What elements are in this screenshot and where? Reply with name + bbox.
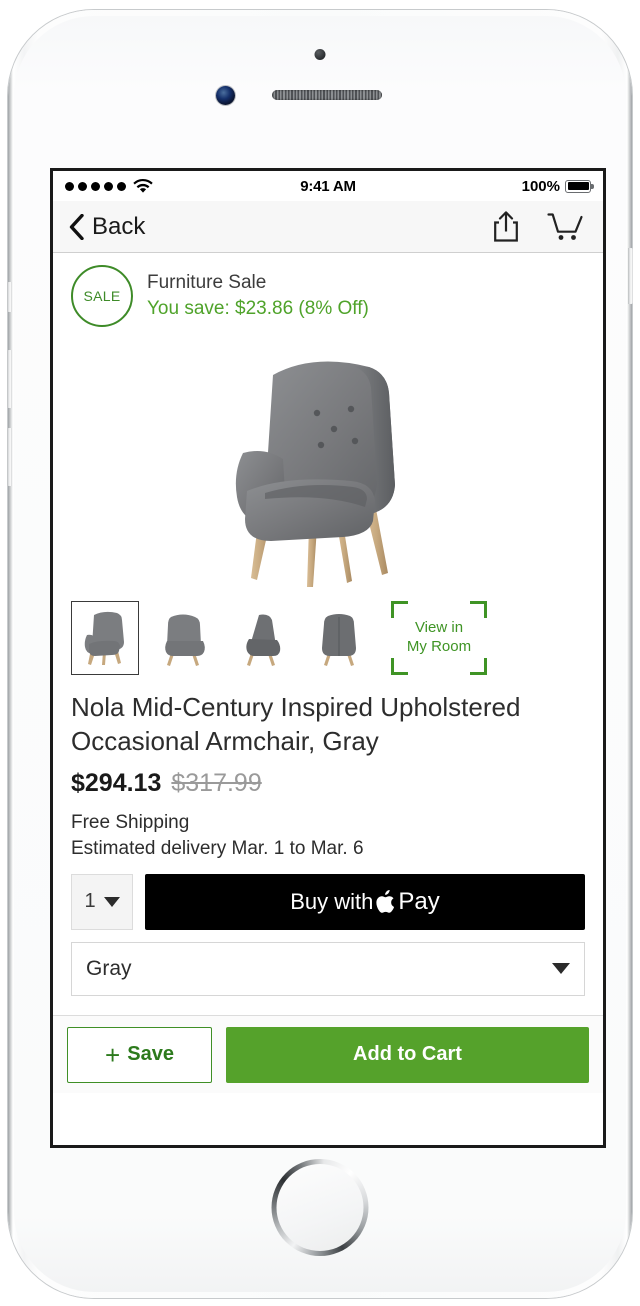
color-select[interactable]: Gray (71, 941, 585, 996)
thumbnail-chair-back[interactable] (305, 601, 373, 675)
price-row: $294.13 $317.99 (71, 769, 585, 798)
apple-logo-icon (376, 889, 395, 913)
product-hero-image[interactable] (53, 331, 603, 593)
price-current: $294.13 (71, 768, 162, 797)
ar-corner-top-left (391, 601, 408, 618)
ar-corner-bottom-left (391, 658, 408, 675)
status-time: 9:41 AM (300, 177, 356, 195)
view-in-my-room-button[interactable]: View in My Room (391, 601, 487, 675)
iphone-device-frame: 9:41 AM 100% Back SALE Furniture Sale Yo… (7, 10, 633, 1298)
ar-label-line1: View in (414, 619, 464, 637)
status-bar: 9:41 AM 100% (53, 171, 603, 201)
back-label: Back (92, 212, 146, 240)
bottom-action-bar: + Save Add to Cart (53, 1015, 603, 1093)
quantity-value: 1 (84, 890, 96, 913)
chevron-left-icon (69, 213, 84, 240)
save-label: Save (127, 1043, 174, 1065)
save-button[interactable]: + Save (67, 1026, 212, 1083)
proximity-sensor-icon (314, 49, 326, 60)
delivery-estimate: Estimated delivery Mar. 1 to Mar. 6 (71, 837, 364, 859)
sale-banner: SALE Furniture Sale You save: $23.86 (8%… (53, 253, 603, 331)
nav-actions (493, 211, 587, 242)
ar-corner-top-right (470, 601, 487, 618)
ar-corner-bottom-right (470, 658, 487, 675)
thumbnail-chair-front[interactable] (149, 601, 217, 675)
thumbnail-chair-front-angle[interactable] (71, 601, 139, 675)
phone-screen: 9:41 AM 100% Back SALE Furniture Sale Yo… (50, 168, 606, 1148)
share-icon[interactable] (493, 211, 519, 242)
sale-badge: SALE (71, 265, 133, 327)
buy-row: 1 Buy with Pay (53, 860, 603, 930)
add-to-cart-label: Add to Cart (353, 1043, 462, 1065)
product-title: Nola Mid-Century Inspired Upholstered Oc… (71, 692, 521, 756)
sale-badge-label: SALE (83, 288, 121, 304)
apple-pay-brand: Pay (375, 887, 440, 916)
volume-down-button[interactable] (7, 428, 12, 486)
back-button[interactable]: Back (69, 213, 145, 241)
shopping-cart-icon[interactable] (547, 212, 587, 242)
sale-text-group: Furniture Sale You save: $23.86 (8% Off) (147, 270, 369, 321)
volume-up-button[interactable] (7, 350, 12, 408)
chevron-down-icon (103, 896, 120, 907)
ar-label-line2: My Room (406, 638, 472, 655)
earpiece-speaker-icon (272, 90, 382, 100)
product-detail-content: SALE Furniture Sale You save: $23.86 (8%… (53, 253, 603, 1093)
add-to-cart-button[interactable]: Add to Cart (226, 1026, 589, 1083)
battery-full-icon (565, 179, 594, 193)
apple-pay-word: Pay (398, 887, 440, 915)
buy-with-apple-pay-button[interactable]: Buy with Pay (145, 873, 585, 930)
apple-pay-prefix: Buy with (290, 888, 374, 914)
shipping-label: Free Shipping (71, 811, 190, 833)
price-original: $317.99 (171, 768, 262, 797)
power-button[interactable] (628, 248, 633, 304)
product-info: Nola Mid-Century Inspired Upholstered Oc… (53, 681, 603, 860)
battery-percent: 100% (521, 177, 560, 195)
front-camera-icon (216, 86, 235, 105)
home-button[interactable] (271, 1159, 369, 1256)
sale-title: Furniture Sale (147, 272, 267, 294)
color-select-wrap: Gray (53, 930, 603, 996)
thumbnail-chair-side[interactable] (227, 601, 295, 675)
sale-savings: You save: $23.86 (8% Off) (147, 298, 369, 319)
status-right-group: 100% (521, 177, 594, 195)
plus-icon: + (105, 1039, 121, 1070)
mute-switch[interactable] (7, 282, 12, 312)
navigation-bar: Back (53, 201, 603, 253)
chevron-down-icon (552, 963, 570, 975)
quantity-stepper[interactable]: 1 (71, 873, 133, 930)
color-selected-value: Gray (86, 956, 132, 980)
thumbnail-gallery: View in My Room (53, 593, 603, 681)
